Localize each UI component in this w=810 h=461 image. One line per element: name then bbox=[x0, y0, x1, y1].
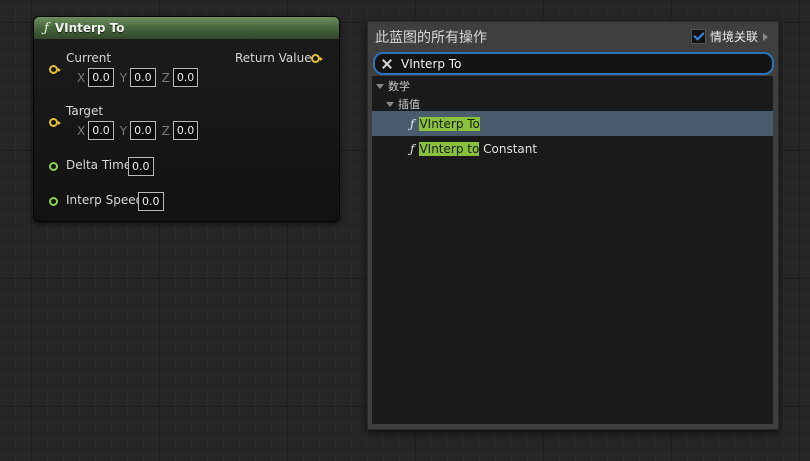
search-match-highlight: VInterp To bbox=[419, 116, 480, 131]
target-x-axis: X bbox=[77, 123, 86, 138]
current-pin[interactable] bbox=[49, 65, 61, 74]
target-y-field[interactable]: 0.0 bbox=[130, 121, 156, 140]
vinterp-to-node[interactable]: ƒ VInterp To Current X 0.0 Y 0.0 Z 0.0 R… bbox=[33, 16, 340, 222]
target-label: Target bbox=[66, 104, 104, 118]
interp-speed-pin[interactable] bbox=[49, 197, 58, 206]
current-x-field[interactable]: 0.0 bbox=[88, 68, 114, 87]
function-icon: ƒ bbox=[410, 141, 415, 156]
target-vector-input: X 0.0 Y 0.0 Z 0.0 bbox=[77, 121, 204, 140]
collapse-arrow-icon[interactable] bbox=[376, 83, 384, 89]
expand-arrow-icon[interactable] bbox=[763, 32, 768, 41]
interp-speed-input: 0.0 bbox=[138, 192, 170, 211]
category-math[interactable]: 数学 bbox=[376, 78, 410, 94]
delta-time-field[interactable]: 0.0 bbox=[128, 157, 154, 176]
node-title: VInterp To bbox=[54, 21, 125, 35]
action-item-vinterp-to[interactable]: ƒ VInterp To bbox=[372, 111, 773, 136]
current-z-axis: Z bbox=[161, 70, 170, 85]
action-tree: 数学 插值 ƒ VInterp To ƒ VInterp to Constant bbox=[372, 76, 773, 424]
current-y-field[interactable]: 0.0 bbox=[130, 68, 156, 87]
category-math-label: 数学 bbox=[388, 80, 410, 93]
menu-title: 此蓝图的所有操作 bbox=[375, 30, 487, 46]
search-box[interactable] bbox=[373, 52, 774, 75]
context-checkbox[interactable] bbox=[690, 29, 706, 44]
action-item-vinterp-to-constant[interactable]: ƒ VInterp to Constant bbox=[372, 136, 773, 161]
blueprint-action-menu: 此蓝图的所有操作 情境关联 数学 插值 ƒ VInterp To ƒ VInte… bbox=[367, 21, 779, 430]
search-match-highlight: VInterp to bbox=[419, 141, 480, 156]
current-z-field[interactable]: 0.0 bbox=[172, 68, 199, 87]
context-label: 情境关联 bbox=[709, 30, 758, 44]
current-x-axis: X bbox=[77, 70, 86, 85]
target-z-field[interactable]: 0.0 bbox=[172, 121, 199, 140]
category-interpolation[interactable]: 插值 bbox=[386, 96, 420, 112]
interp-speed-field[interactable]: 0.0 bbox=[138, 192, 164, 211]
context-sensitive-toggle[interactable]: 情境关联 bbox=[690, 28, 768, 45]
node-body: Current X 0.0 Y 0.0 Z 0.0 Return Value T… bbox=[34, 39, 339, 221]
current-vector-input: X 0.0 Y 0.0 Z 0.0 bbox=[77, 68, 204, 87]
collapse-arrow-icon[interactable] bbox=[386, 101, 394, 107]
function-icon: ƒ bbox=[44, 20, 49, 36]
action-item-rest: Constant bbox=[479, 141, 538, 156]
return-value-pin[interactable] bbox=[311, 54, 323, 63]
function-icon: ƒ bbox=[410, 116, 415, 131]
target-y-axis: Y bbox=[119, 123, 128, 138]
interp-speed-label: Interp Speed bbox=[66, 193, 144, 207]
clear-search-icon[interactable] bbox=[382, 59, 392, 69]
node-header[interactable]: ƒ VInterp To bbox=[34, 17, 339, 39]
current-label: Current bbox=[66, 51, 112, 65]
return-value-label: Return Value bbox=[235, 51, 312, 65]
delta-time-input: 0.0 bbox=[128, 157, 160, 176]
category-interpolation-label: 插值 bbox=[398, 98, 420, 111]
target-z-axis: Z bbox=[161, 123, 170, 138]
delta-time-pin[interactable] bbox=[49, 162, 58, 171]
target-x-field[interactable]: 0.0 bbox=[88, 121, 114, 140]
search-input[interactable] bbox=[401, 56, 761, 71]
delta-time-label: Delta Time bbox=[66, 158, 132, 172]
current-y-axis: Y bbox=[119, 70, 128, 85]
target-pin[interactable] bbox=[49, 118, 61, 127]
